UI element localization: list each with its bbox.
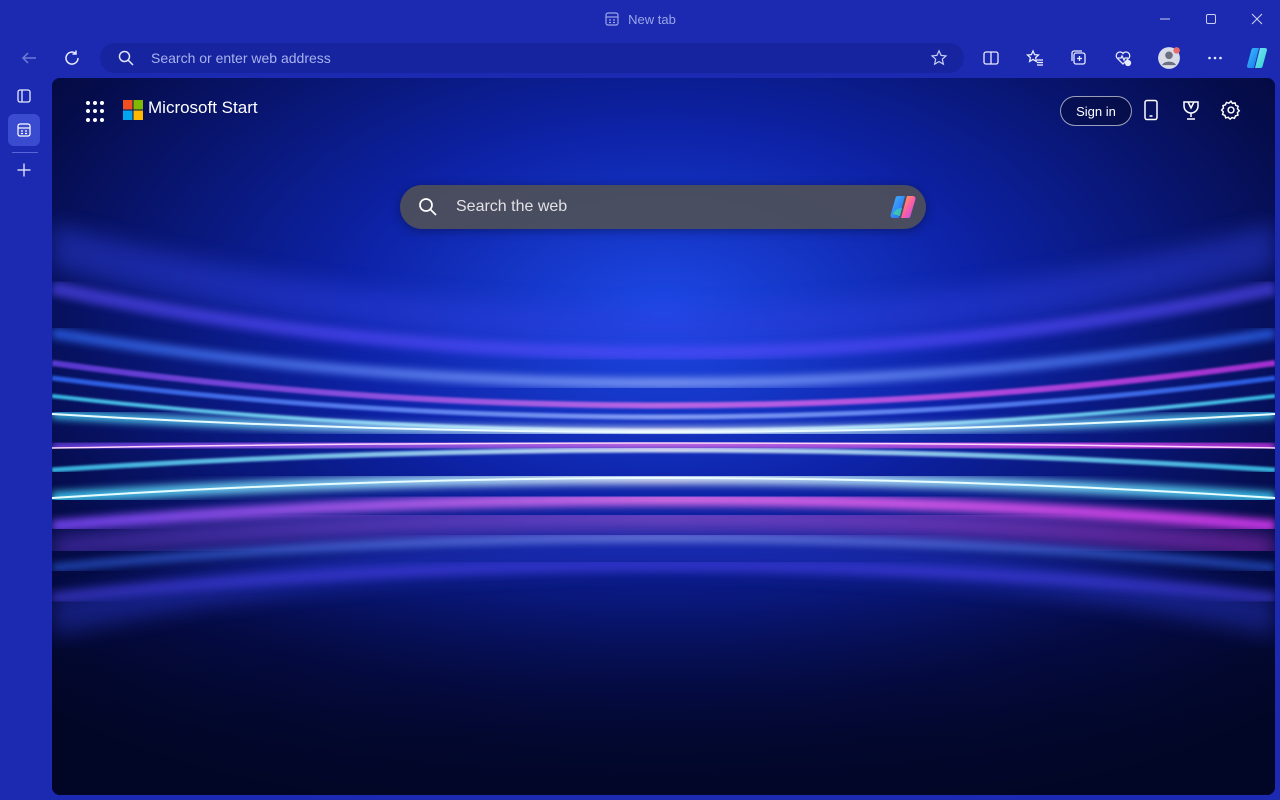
- app-launcher-icon: [86, 101, 90, 105]
- vertical-tab-strip: [0, 78, 52, 800]
- split-screen-button[interactable]: [974, 42, 1008, 74]
- close-button[interactable]: [1234, 0, 1280, 38]
- more-button[interactable]: [1198, 42, 1232, 74]
- microsoft-logo-icon: [123, 100, 143, 120]
- tab-actions-icon: [17, 89, 31, 103]
- new-tab-button[interactable]: [8, 154, 40, 186]
- search-icon: [118, 50, 134, 66]
- tab-page-icon: [605, 12, 619, 26]
- tab-title[interactable]: New tab: [0, 0, 1280, 38]
- settings-button[interactable]: [1219, 98, 1243, 122]
- plus-icon: [17, 163, 31, 177]
- close-icon: [1251, 13, 1263, 25]
- tab-title-label: New tab: [628, 11, 676, 27]
- maximize-icon: [1206, 14, 1216, 24]
- sign-in-button[interactable]: Sign in: [1060, 96, 1132, 126]
- copilot-icon: [1247, 48, 1267, 68]
- profile-button[interactable]: [1152, 42, 1186, 74]
- browser-essentials-button[interactable]: [1106, 42, 1140, 74]
- split-screen-icon: [983, 51, 999, 65]
- rewards-trophy-icon: [1183, 101, 1199, 120]
- web-search-input[interactable]: [454, 197, 888, 217]
- gear-icon: [1220, 100, 1241, 121]
- maximize-button[interactable]: [1188, 0, 1234, 38]
- title-bar: New tab: [0, 0, 1280, 38]
- browser-toolbar: [0, 38, 1280, 78]
- heart-pulse-icon: [1115, 51, 1132, 67]
- app-launcher-button[interactable]: [85, 100, 109, 124]
- window-controls: [1142, 0, 1280, 38]
- collections-icon: [1071, 50, 1086, 65]
- brand-title[interactable]: Microsoft Start: [148, 98, 258, 118]
- web-search-box[interactable]: [400, 185, 926, 229]
- refresh-button[interactable]: [55, 42, 89, 74]
- copilot-icon[interactable]: [888, 192, 918, 222]
- start-page-header: Microsoft Start Sign in: [52, 78, 1275, 142]
- back-arrow-icon: [21, 52, 36, 64]
- favorites-button[interactable]: [1018, 42, 1052, 74]
- refresh-icon: [65, 50, 79, 65]
- more-icon: [1208, 56, 1222, 60]
- tab-new-tab[interactable]: [8, 114, 40, 146]
- back-button[interactable]: [12, 42, 46, 74]
- tab-divider: [12, 152, 38, 153]
- collections-button[interactable]: [1062, 42, 1096, 74]
- search-icon: [419, 198, 437, 216]
- new-tab-page: Microsoft Start Sign in: [52, 78, 1275, 795]
- favorites-icon: [1026, 49, 1043, 66]
- avatar-icon: [1158, 47, 1180, 69]
- tab-actions-button[interactable]: [8, 80, 40, 112]
- copilot-button[interactable]: [1240, 42, 1274, 74]
- star-icon[interactable]: [930, 49, 948, 67]
- minimize-icon: [1160, 18, 1170, 20]
- phone-button[interactable]: [1139, 98, 1163, 122]
- minimize-button[interactable]: [1142, 0, 1188, 38]
- address-bar[interactable]: [100, 43, 964, 73]
- rewards-button[interactable]: [1179, 98, 1203, 122]
- address-input[interactable]: [149, 49, 930, 67]
- phone-icon: [1144, 99, 1158, 121]
- tab-page-icon: [17, 123, 31, 137]
